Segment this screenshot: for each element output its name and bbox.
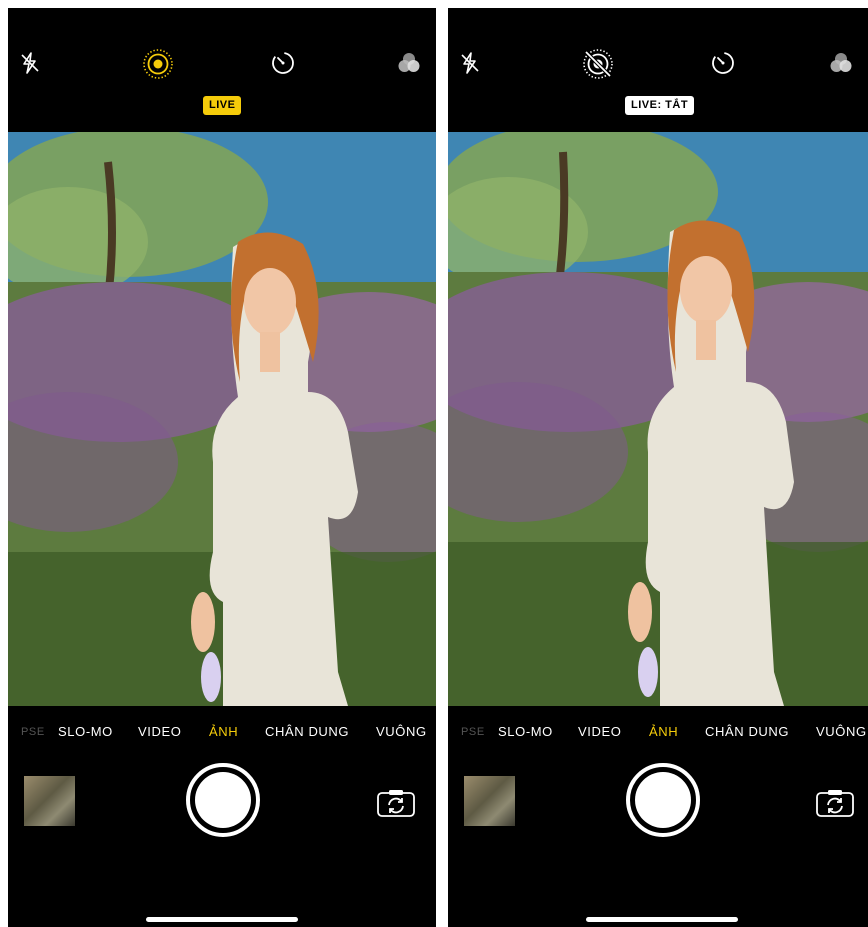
flash-off-icon[interactable]: [20, 52, 40, 74]
timer-icon[interactable]: [710, 50, 736, 76]
timer-icon[interactable]: [270, 50, 296, 76]
mode-timelapse[interactable]: PSE: [461, 726, 485, 738]
viewfinder-photo[interactable]: [448, 132, 868, 706]
mode-photo[interactable]: ẢNH: [209, 724, 238, 739]
camera-mode-selector[interactable]: PSE SLO-MO VIDEO ẢNH CHÂN DUNG VUÔNG: [8, 720, 436, 744]
mode-square[interactable]: VUÔNG: [376, 724, 427, 739]
mode-photo[interactable]: ẢNH: [649, 724, 678, 739]
live-photo-icon[interactable]: [142, 48, 174, 80]
camera-screen-live-off: LIVE: TẮT PSE SLO-MO VIDEO ẢNH CHÂN DUNG…: [448, 8, 868, 927]
mode-square[interactable]: VUÔNG: [816, 724, 867, 739]
mode-slo-mo[interactable]: SLO-MO: [58, 724, 113, 739]
viewfinder-photo[interactable]: [8, 132, 436, 706]
shutter-button[interactable]: [186, 763, 260, 837]
mode-slo-mo[interactable]: SLO-MO: [498, 724, 553, 739]
last-photo-thumbnail[interactable]: [24, 776, 75, 826]
camera-flip-icon[interactable]: [377, 789, 415, 817]
camera-mode-selector[interactable]: PSE SLO-MO VIDEO ẢNH CHÂN DUNG VUÔNG: [448, 720, 868, 744]
camera-screen-live-on: LIVE PSE SLO-MO VIDEO ẢNH CHÂN DUNG VUÔN…: [8, 8, 436, 927]
mode-portrait[interactable]: CHÂN DUNG: [265, 724, 349, 739]
live-photo-off-icon[interactable]: [582, 48, 614, 80]
filters-icon[interactable]: [396, 52, 422, 74]
camera-flip-icon[interactable]: [816, 789, 854, 817]
mode-timelapse[interactable]: PSE: [21, 726, 45, 738]
filters-icon[interactable]: [828, 52, 854, 74]
mode-video[interactable]: VIDEO: [138, 724, 181, 739]
mode-video[interactable]: VIDEO: [578, 724, 621, 739]
mode-portrait[interactable]: CHÂN DUNG: [705, 724, 789, 739]
live-status-badge: LIVE: TẮT: [625, 96, 695, 115]
last-photo-thumbnail[interactable]: [464, 776, 515, 826]
live-status-badge: LIVE: [203, 96, 242, 115]
shutter-button[interactable]: [626, 763, 700, 837]
home-indicator[interactable]: [146, 917, 298, 922]
home-indicator[interactable]: [586, 917, 738, 922]
flash-off-icon[interactable]: [460, 52, 480, 74]
